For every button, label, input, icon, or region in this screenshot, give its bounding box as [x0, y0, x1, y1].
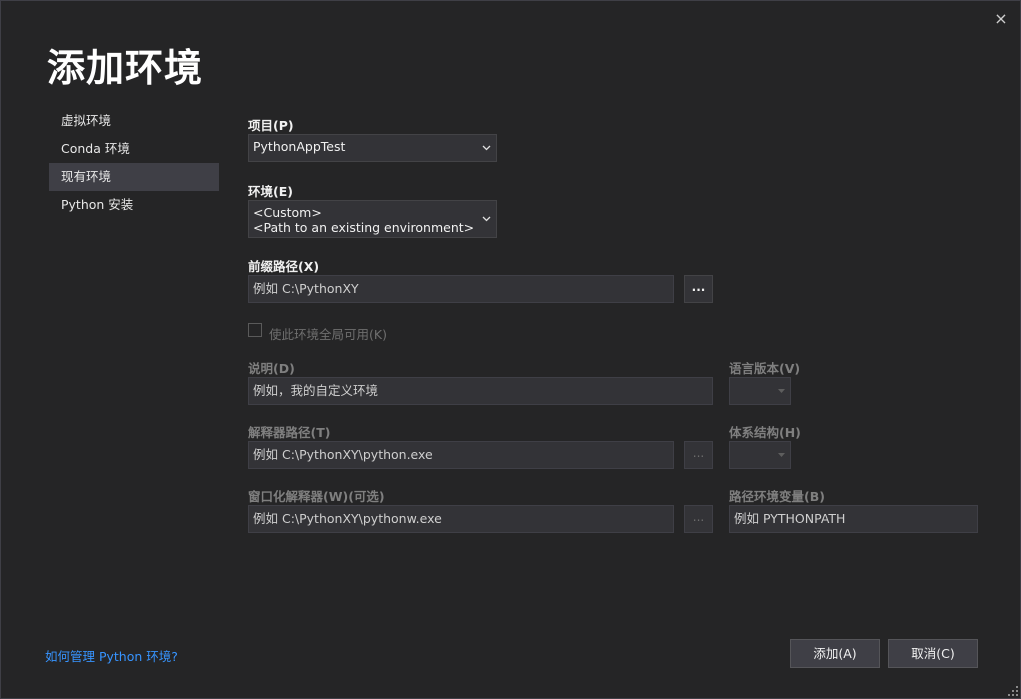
cancel-button[interactable]: 取消(C): [888, 639, 978, 668]
interpreter-path-input[interactable]: 例如 C:\PythonXY\python.exe: [248, 441, 674, 469]
chevron-down-icon: [778, 453, 785, 457]
sidebar-nav: 虚拟环境 Conda 环境 现有环境 Python 安装: [49, 107, 219, 219]
add-environment-dialog: × 添加环境 虚拟环境 Conda 环境 现有环境 Python 安装 项目(P…: [0, 0, 1021, 699]
environment-select[interactable]: <Custom> <Path to an existing environmen…: [248, 200, 497, 238]
global-env-checkbox[interactable]: [248, 323, 262, 337]
language-version-select[interactable]: [729, 377, 791, 405]
description-label: 说明(D): [248, 361, 295, 376]
path-env-var-label: 路径环境变量(B): [729, 489, 825, 504]
sidebar-item-conda-env[interactable]: Conda 环境: [49, 135, 219, 163]
chevron-down-icon: [778, 389, 785, 393]
sidebar-item-existing-env[interactable]: 现有环境: [49, 163, 219, 191]
prefix-path-input[interactable]: 例如 C:\PythonXY: [248, 275, 674, 303]
chevron-down-icon: [482, 216, 491, 222]
windowed-interpreter-input[interactable]: 例如 C:\PythonXY\pythonw.exe: [248, 505, 674, 533]
environment-select-line2: <Path to an existing environment>: [253, 220, 475, 235]
path-env-var-input[interactable]: 例如 PYTHONPATH: [729, 505, 978, 533]
global-env-checkbox-label: 使此环境全局可用(K): [269, 327, 387, 342]
windowed-interpreter-browse-button[interactable]: ...: [684, 505, 713, 533]
architecture-select[interactable]: [729, 441, 791, 469]
interpreter-path-label: 解释器路径(T): [248, 425, 331, 440]
chevron-down-icon: [482, 145, 491, 151]
prefix-path-label: 前缀路径(X): [248, 259, 320, 274]
language-version-label: 语言版本(V): [729, 361, 801, 376]
sidebar-item-virtual-env[interactable]: 虚拟环境: [49, 107, 219, 135]
help-link[interactable]: 如何管理 Python 环境?: [45, 646, 178, 665]
project-label: 项目(P): [248, 118, 294, 133]
resize-grip-icon[interactable]: [1008, 686, 1018, 696]
add-button[interactable]: 添加(A): [790, 639, 880, 668]
environment-select-line1: <Custom>: [253, 205, 322, 220]
environment-label: 环境(E): [248, 184, 293, 199]
interpreter-browse-button[interactable]: ...: [684, 441, 713, 469]
architecture-label: 体系结构(H): [729, 425, 801, 440]
description-input[interactable]: 例如，我的自定义环境: [248, 377, 713, 405]
project-select[interactable]: PythonAppTest: [248, 134, 497, 162]
close-icon[interactable]: ×: [992, 9, 1010, 28]
sidebar-item-python-install[interactable]: Python 安装: [49, 191, 219, 219]
prefix-browse-button[interactable]: ...: [684, 275, 713, 303]
project-select-value: PythonAppTest: [253, 139, 346, 154]
page-title: 添加环境: [47, 46, 204, 90]
windowed-interpreter-label: 窗口化解释器(W)(可选): [248, 489, 385, 504]
